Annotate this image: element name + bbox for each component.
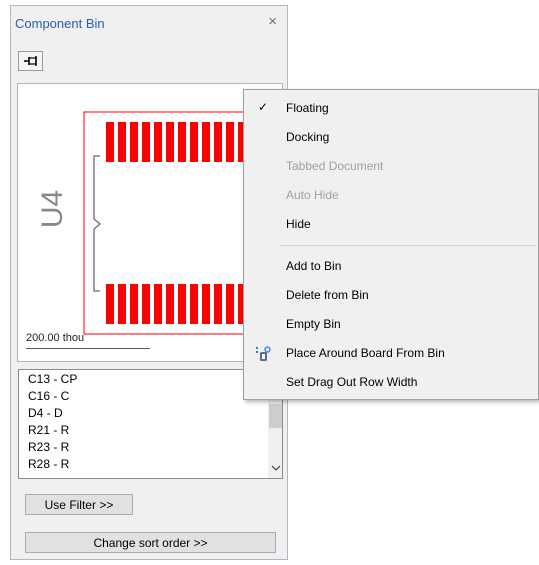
panel-title: Component Bin [15,16,105,31]
pad [202,284,210,324]
check-icon: ✓ [258,100,269,114]
menu-item-set-drag-out-row-width[interactable]: Set Drag Out Row Width [244,368,538,396]
list-item[interactable]: R28 - R [28,457,69,471]
pad [166,122,174,162]
menu-item-label: Place Around Board From Bin [286,346,445,360]
pad [118,122,126,162]
use-filter-button[interactable]: Use Filter >> [25,494,133,515]
menu-item-empty-bin[interactable]: Empty Bin [244,310,538,338]
list-item[interactable]: D4 - D [28,406,63,420]
pad [226,284,234,324]
pad [226,122,234,162]
pad [214,284,222,324]
menu-item-auto-hide: Auto Hide [244,181,538,209]
menu-separator [280,245,536,246]
menu-item-label: Add to Bin [286,259,342,273]
component-designator: U4 [36,189,69,229]
change-sort-order-button[interactable]: Change sort order >> [25,532,276,553]
pad [190,284,198,324]
place-around-board-icon [256,346,271,361]
pad [166,284,174,324]
pin-icon [23,56,37,66]
pad [178,284,186,324]
menu-item-label: Empty Bin [286,317,341,331]
list-item[interactable]: C16 - C [28,389,69,403]
pad [130,122,138,162]
close-icon[interactable]: × [268,13,277,30]
menu-item-label: Tabbed Document [286,159,384,173]
menu-item-label: Floating [286,101,329,115]
menu-item-label: Auto Hide [286,188,339,202]
pin-button[interactable] [18,51,43,71]
pad [214,122,222,162]
menu-item-label: Docking [286,130,330,144]
menu-item-add-to-bin[interactable]: Add to Bin [244,252,538,280]
pad [118,284,126,324]
pad [142,284,150,324]
pad [154,284,162,324]
menu-item-tabbed-document: Tabbed Document [244,152,538,180]
pad [130,284,138,324]
menu-item-delete-from-bin[interactable]: Delete from Bin [244,281,538,309]
menu-item-label: Hide [286,217,311,231]
menu-item-label: Set Drag Out Row Width [286,375,418,389]
body-outline [93,155,102,292]
list-item[interactable]: C13 - CP [28,372,77,386]
pad [190,122,198,162]
scale-label: 200.00 thou [26,332,85,344]
menu-item-floating[interactable]: ✓ Floating [244,94,538,122]
menu-item-label: Delete from Bin [286,288,369,302]
scale-bar [26,348,150,349]
menu-item-hide[interactable]: Hide [244,210,538,238]
scrollbar-thumb[interactable] [269,404,282,428]
pad [106,122,114,162]
menu-item-place-around-board[interactable]: Place Around Board From Bin [244,339,538,367]
pad [178,122,186,162]
list-item[interactable]: R23 - R [28,440,69,454]
pad [142,122,150,162]
menu-item-docking[interactable]: Docking [244,123,538,151]
pad [202,122,210,162]
list-item[interactable]: R21 - R [28,423,69,437]
pad [154,122,162,162]
pad [106,284,114,324]
context-menu: ✓ Floating Docking Tabbed Document Auto … [243,89,539,400]
chevron-down-icon[interactable] [268,459,282,477]
